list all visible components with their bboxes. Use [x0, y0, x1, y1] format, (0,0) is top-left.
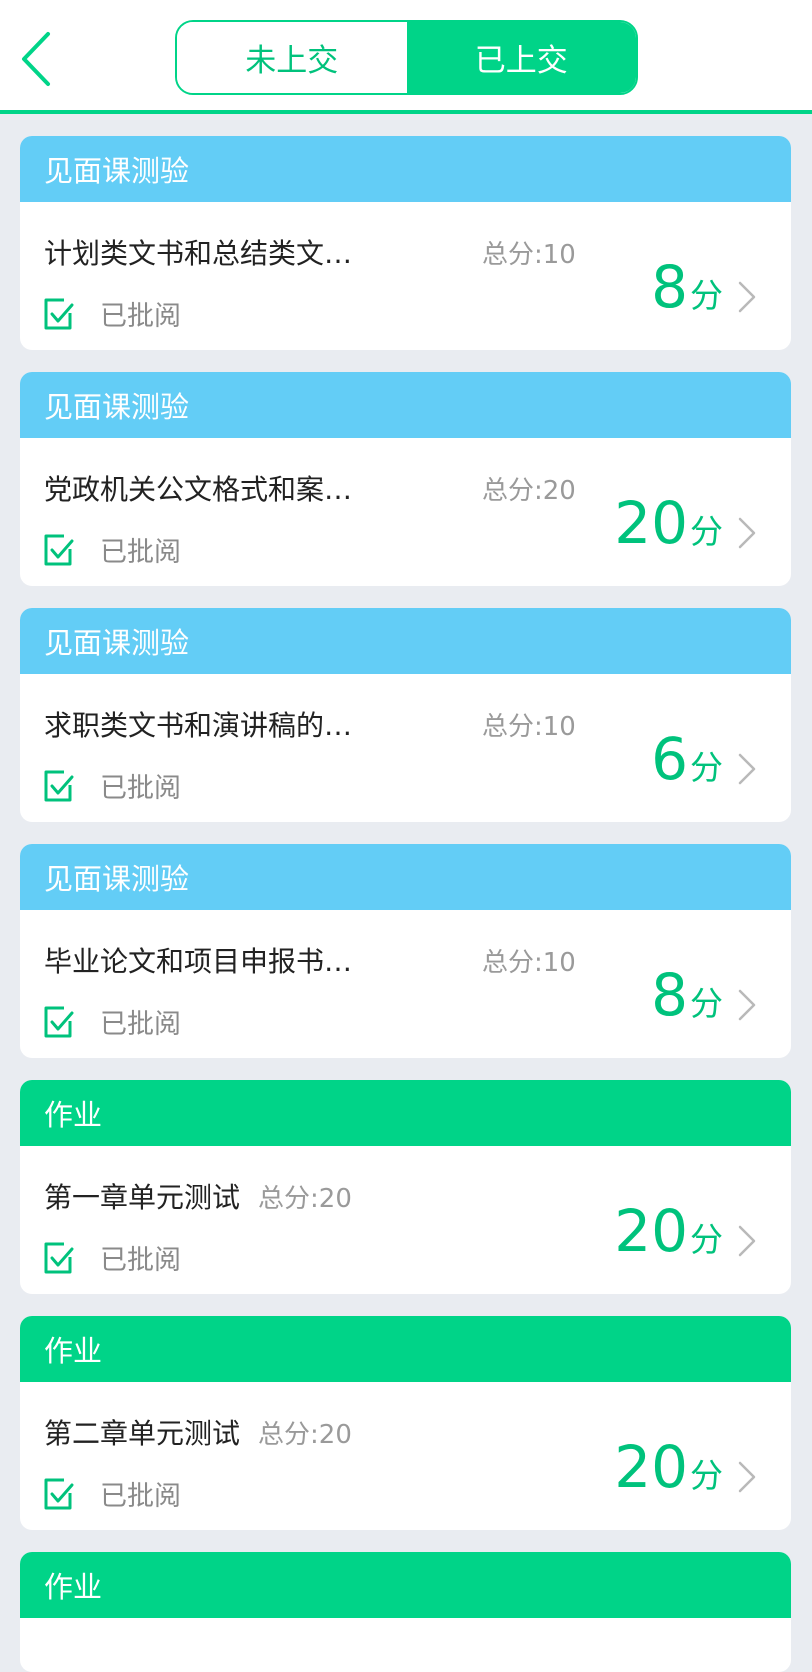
score-display: 20 分: [614, 494, 723, 553]
chevron-right-icon: [737, 1224, 757, 1258]
card-category: 见面课测验: [20, 844, 791, 910]
assignment-card[interactable]: 见面课测验 毕业论文和项目申报书… 总分:10 已批阅 8 分: [20, 844, 791, 1058]
back-button[interactable]: [14, 24, 70, 94]
score-display: 20 分: [614, 1202, 723, 1261]
score-unit: 分: [690, 512, 723, 551]
assignment-card[interactable]: 见面课测验 计划类文书和总结类文… 总分:10 已批阅 8 分: [20, 136, 791, 350]
assignment-title: 求职类文书和演讲稿的…: [44, 709, 353, 742]
reviewed-icon: [44, 534, 74, 565]
status-badge: 已批阅: [100, 301, 181, 332]
assignment-card[interactable]: 见面课测验 党政机关公文格式和案… 总分:20 已批阅 20 分: [20, 372, 791, 586]
chevron-left-icon: [22, 32, 50, 86]
status-badge: 已批阅: [100, 1481, 181, 1512]
chevron-right-icon: [737, 280, 757, 314]
total-score-label: 总分:20: [482, 475, 576, 506]
tab-submitted[interactable]: 已上交: [406, 22, 636, 93]
score-display: 6 分: [651, 730, 723, 789]
status-badge: 已批阅: [100, 537, 181, 568]
score-unit: 分: [690, 984, 723, 1023]
chevron-right-icon: [737, 1460, 757, 1494]
assignment-card[interactable]: 见面课测验 求职类文书和演讲稿的… 总分:10 已批阅 6 分: [20, 608, 791, 822]
score-display: 20 分: [614, 1438, 723, 1497]
status-badge: 已批阅: [100, 773, 181, 804]
assignment-card[interactable]: 作业: [20, 1552, 791, 1672]
card-category: 见面课测验: [20, 372, 791, 438]
top-bar: 未上交 已上交: [0, 0, 812, 114]
score-unit: 分: [690, 1220, 723, 1259]
tab-not-submitted[interactable]: 未上交: [177, 22, 407, 93]
card-category: 见面课测验: [20, 608, 791, 674]
score-value: 8: [651, 253, 688, 321]
total-score-label: 总分:10: [482, 947, 576, 978]
total-score-label: 总分:10: [482, 711, 576, 742]
score-value: 20: [614, 1197, 688, 1265]
reviewed-icon: [44, 1242, 74, 1273]
score-value: 8: [651, 961, 688, 1029]
status-badge: 已批阅: [100, 1245, 181, 1276]
card-category: 作业: [20, 1552, 791, 1618]
reviewed-icon: [44, 298, 74, 329]
score-value: 20: [614, 1433, 688, 1501]
assignment-title: 毕业论文和项目申报书…: [44, 945, 353, 978]
card-category: 作业: [20, 1316, 791, 1382]
chevron-right-icon: [737, 516, 757, 550]
submission-tabs: 未上交 已上交: [175, 20, 638, 95]
score-unit: 分: [690, 748, 723, 787]
total-score-label: 总分:20: [258, 1183, 352, 1214]
assignment-list: 见面课测验 计划类文书和总结类文… 总分:10 已批阅 8 分 见面课测验 党政…: [20, 136, 791, 1672]
status-badge: 已批阅: [100, 1009, 181, 1040]
score-value: 20: [614, 489, 688, 557]
score-unit: 分: [690, 1456, 723, 1495]
total-score-label: 总分:20: [258, 1419, 352, 1450]
assignment-card[interactable]: 作业 第二章单元测试 总分:20 已批阅 20 分: [20, 1316, 791, 1530]
chevron-right-icon: [737, 752, 757, 786]
score-display: 8 分: [651, 258, 723, 317]
card-category: 见面课测验: [20, 136, 791, 202]
reviewed-icon: [44, 1478, 74, 1509]
chevron-right-icon: [737, 988, 757, 1022]
score-unit: 分: [690, 276, 723, 315]
assignment-card[interactable]: 作业 第一章单元测试 总分:20 已批阅 20 分: [20, 1080, 791, 1294]
reviewed-icon: [44, 770, 74, 801]
score-value: 6: [651, 725, 688, 793]
assignment-title: 第二章单元测试: [44, 1417, 241, 1450]
score-display: 8 分: [651, 966, 723, 1025]
assignment-title: 第一章单元测试: [44, 1181, 241, 1214]
total-score-label: 总分:10: [482, 239, 576, 270]
reviewed-icon: [44, 1006, 74, 1037]
assignment-title: 计划类文书和总结类文…: [44, 237, 353, 270]
card-category: 作业: [20, 1080, 791, 1146]
assignment-title: 党政机关公文格式和案…: [44, 473, 353, 506]
